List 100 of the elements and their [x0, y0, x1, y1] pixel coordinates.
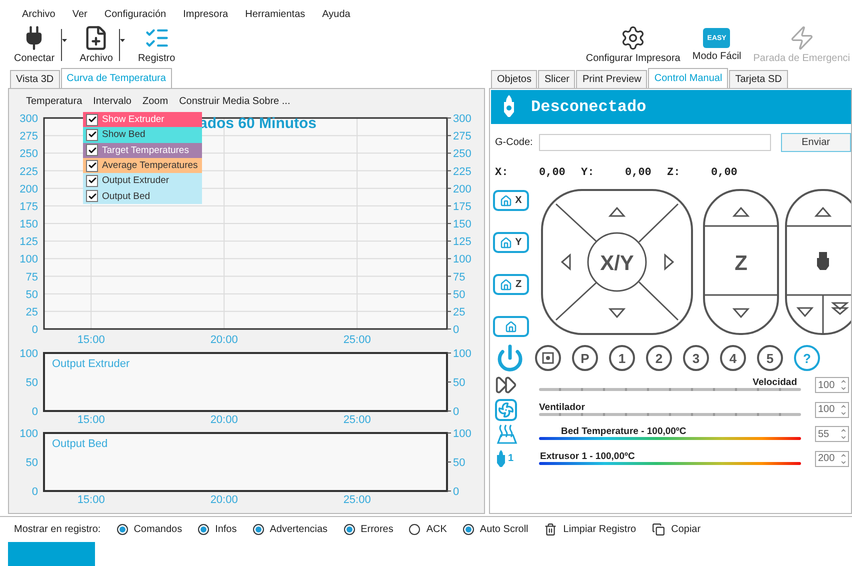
legend-item[interactable]: Average Temperatures [83, 158, 202, 174]
axis-label: 300 [453, 113, 472, 125]
radio-button[interactable] [462, 524, 474, 535]
right-arrow-icon[interactable] [664, 253, 674, 271]
checkbox[interactable] [86, 144, 98, 156]
tab[interactable]: Print Preview [576, 70, 648, 88]
legend-item[interactable]: Output Extruder [83, 173, 202, 188]
chart-menu-item[interactable]: Construir Media Sobre ... [179, 96, 290, 106]
chart-menu-item[interactable]: Intervalo [93, 96, 132, 106]
legend-item[interactable]: Output Bed [83, 188, 202, 204]
power-button[interactable] [496, 344, 524, 372]
toolbar-button[interactable]: Conectar [12, 25, 57, 64]
up-arrow-icon[interactable] [732, 206, 750, 217]
checkbox[interactable] [86, 174, 98, 187]
axis-label: 100 [20, 254, 38, 266]
legend-label: Show Extruder [102, 114, 164, 126]
log-filter-option[interactable]: Auto Scroll [462, 524, 528, 535]
menu-item[interactable]: Ayuda [322, 8, 350, 20]
axis-label: 100 [20, 348, 38, 360]
preset-button[interactable]: 2 [646, 345, 672, 371]
log-filter-option[interactable]: Advertencias [252, 524, 328, 535]
menu-item[interactable]: Impresora [183, 8, 228, 20]
axis-label: 0 [453, 324, 460, 336]
toolbar-button[interactable]: Archivo [78, 25, 115, 64]
checkbox[interactable] [86, 190, 98, 202]
axis-name: Y: [581, 167, 596, 179]
option-label: Infos [215, 524, 237, 535]
tab[interactable]: Slicer [538, 70, 576, 88]
xy-label: X/Y [600, 252, 634, 275]
radio-button[interactable] [252, 524, 264, 535]
home-all-button[interactable] [493, 316, 529, 337]
axis-label: 75 [453, 271, 466, 284]
radio-button[interactable] [198, 524, 210, 535]
axis-label: 15:00 [77, 414, 105, 426]
menu-item[interactable]: Ver [72, 8, 88, 20]
axis-label: 50 [453, 288, 466, 301]
axis-label: 150 [453, 218, 472, 230]
axis-label: 275 [453, 130, 472, 143]
toolbar-button[interactable]: Registro [136, 25, 178, 64]
chart-menu-item[interactable]: Zoom [142, 96, 168, 106]
down-arrow-icon[interactable] [796, 307, 814, 318]
log-action-button[interactable]: Copiar [652, 523, 701, 536]
axis-label: 250 [453, 148, 472, 160]
axis-label: 50 [26, 288, 38, 301]
log-filter-option[interactable]: Errores [344, 524, 394, 535]
preset-button[interactable]: 3 [683, 345, 709, 371]
radio-button[interactable] [344, 524, 355, 535]
axis-name: X: [495, 167, 510, 179]
axis-label: 20:00 [210, 414, 238, 426]
preset-button[interactable]: 1 [609, 345, 635, 371]
menu-item[interactable]: Archivo [22, 8, 56, 20]
home-axis-button[interactable]: X [493, 190, 529, 211]
dropdown-caret[interactable] [118, 29, 128, 61]
axis-label: 25:00 [343, 494, 371, 506]
down-arrow-icon[interactable] [732, 308, 750, 318]
fast-forward-icon [495, 374, 517, 396]
tab[interactable]: Tarjeta SD [729, 70, 788, 88]
checkbox[interactable] [86, 128, 98, 141]
send-button[interactable]: Enviar [780, 132, 851, 152]
axis-label: 0 [32, 406, 38, 418]
toolbar-button[interactable]: Configurar Impresora [584, 25, 682, 64]
option-label: Advertencias [270, 524, 328, 535]
checkbox[interactable] [86, 114, 98, 126]
dropdown-caret[interactable] [60, 29, 70, 61]
preset-button[interactable]: 5 [757, 345, 783, 371]
up-arrow-icon[interactable] [814, 206, 832, 217]
tab[interactable]: Vista 3D [10, 70, 60, 88]
log-filter-option[interactable]: ACK [409, 524, 447, 535]
legend-item[interactable]: Show Bed [83, 127, 202, 143]
stop-button[interactable] [535, 345, 561, 371]
tab[interactable]: Objetos [491, 70, 538, 88]
home-axis-button[interactable]: Z [493, 274, 529, 295]
preset-button[interactable]: 4 [720, 345, 746, 371]
double-down-arrow-icon[interactable] [830, 302, 849, 315]
axis-label: 175 [453, 200, 472, 213]
extruder-icon [495, 448, 507, 469]
radio-button[interactable] [409, 524, 420, 535]
fan-icon [495, 398, 517, 421]
left-arrow-icon[interactable] [560, 253, 570, 271]
option-label: Auto Scroll [480, 524, 528, 535]
axis-label: 275 [20, 130, 38, 143]
gcode-field[interactable] [538, 134, 771, 150]
log-filter-option[interactable]: Comandos [116, 524, 182, 535]
preset-button[interactable]: P [572, 345, 598, 371]
chart-menu-item[interactable]: Temperatura [26, 96, 82, 106]
menu-item[interactable]: Herramientas [245, 8, 306, 20]
menu-item[interactable]: Configuración [104, 8, 166, 20]
down-arrow-icon[interactable] [608, 308, 626, 318]
extruder-jog-pad[interactable] [784, 189, 851, 335]
axis-label: 125 [20, 236, 38, 248]
log-filter-option[interactable]: Infos [198, 524, 237, 535]
axis-label: 225 [20, 166, 38, 178]
checkbox[interactable] [86, 160, 98, 172]
log-action-button[interactable]: Limpiar Registro [544, 523, 636, 536]
home-axis-button[interactable]: Y [493, 232, 529, 253]
xy-home-button[interactable] [586, 232, 646, 292]
up-arrow-icon[interactable] [608, 206, 626, 217]
axis-label: 0 [32, 486, 38, 498]
radio-button[interactable] [116, 524, 128, 535]
axis-label: 125 [453, 236, 472, 248]
